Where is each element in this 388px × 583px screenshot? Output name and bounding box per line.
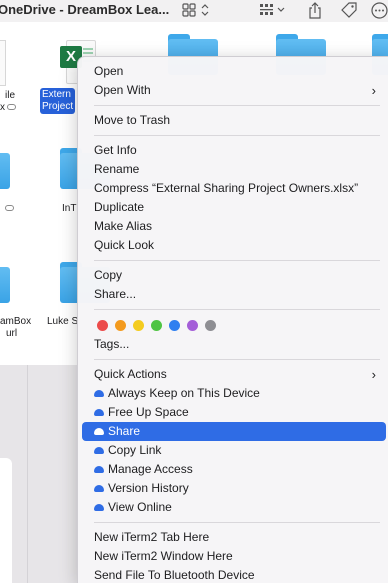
tag-color-row	[82, 315, 386, 335]
menu-item-share[interactable]: Share...	[82, 285, 386, 304]
menu-item-always-keep[interactable]: Always Keep on This Device	[82, 384, 386, 403]
onedrive-cloud-icon	[94, 466, 104, 473]
menu-item-make-alias[interactable]: Make Alias	[82, 217, 386, 236]
folder-icon[interactable]	[0, 262, 10, 303]
cloud-icon	[7, 104, 16, 111]
menu-item-rename[interactable]: Rename	[82, 160, 386, 179]
menu-separator	[94, 105, 380, 106]
lower-card	[0, 458, 12, 583]
menu-separator	[94, 309, 380, 310]
menu-item-new-iterm-tab[interactable]: New iTerm2 Tab Here	[82, 528, 386, 547]
file-label-partial-2: x	[0, 102, 16, 114]
menu-item-new-iterm-window[interactable]: New iTerm2 Window Here	[82, 547, 386, 566]
menu-item-send-bluetooth[interactable]: Send File To Bluetooth Device	[82, 566, 386, 583]
chevron-right-icon: ›	[371, 83, 376, 98]
menu-item-quick-actions[interactable]: Quick Actions ›	[82, 365, 386, 384]
menu-separator	[94, 135, 380, 136]
menu-item-copy-link[interactable]: Copy Link	[82, 441, 386, 460]
onedrive-cloud-icon	[94, 409, 104, 416]
tag-green[interactable]	[151, 319, 162, 331]
window-title: OneDrive - DreamBox Lea...	[0, 2, 170, 17]
menu-item-duplicate[interactable]: Duplicate	[82, 198, 386, 217]
file-label-url: url	[6, 328, 18, 339]
onedrive-cloud-icon	[94, 485, 104, 492]
menu-separator	[94, 522, 380, 523]
menu-separator	[94, 260, 380, 261]
file-icon-partial[interactable]	[0, 40, 6, 86]
tag-blue[interactable]	[169, 319, 180, 331]
group-by-icon[interactable]	[259, 1, 287, 19]
view-grid-icon[interactable]	[182, 1, 212, 19]
onedrive-cloud-icon	[94, 428, 104, 435]
pane-divider	[27, 365, 28, 583]
menu-item-quick-look[interactable]: Quick Look	[82, 236, 386, 255]
file-label-partial-1: ile	[5, 90, 16, 101]
more-actions-icon[interactable]	[371, 1, 388, 19]
menu-item-compress[interactable]: Compress “External Sharing Project Owner…	[82, 179, 386, 198]
tag-purple[interactable]	[187, 319, 198, 331]
share-icon[interactable]	[308, 1, 322, 19]
menu-item-onedrive-share[interactable]: Share	[82, 422, 386, 441]
tag-icon[interactable]	[340, 1, 358, 19]
menu-item-open-with[interactable]: Open With ›	[82, 81, 386, 100]
chevron-right-icon: ›	[371, 367, 376, 382]
menu-separator	[94, 359, 380, 360]
tag-red[interactable]	[97, 319, 108, 331]
menu-item-free-up-space[interactable]: Free Up Space	[82, 403, 386, 422]
onedrive-cloud-icon	[94, 504, 104, 511]
menu-item-copy[interactable]: Copy	[82, 266, 386, 285]
tag-gray[interactable]	[205, 319, 216, 331]
menu-item-move-to-trash[interactable]: Move to Trash	[82, 111, 386, 130]
menu-item-version-history[interactable]: Version History	[82, 479, 386, 498]
tag-orange[interactable]	[115, 319, 126, 331]
onedrive-cloud-icon	[94, 390, 104, 397]
menu-item-manage-access[interactable]: Manage Access	[82, 460, 386, 479]
menu-item-open[interactable]: Open	[82, 62, 386, 81]
file-label-dreambox: amBox	[0, 316, 32, 327]
context-menu: Open Open With › Move to Trash Get Info R…	[77, 56, 388, 583]
selected-file-label[interactable]: Extern Project	[40, 88, 76, 114]
folder-label-luke: Luke S	[47, 316, 79, 327]
menu-item-view-online[interactable]: View Online	[82, 498, 386, 517]
onedrive-cloud-icon	[94, 447, 104, 454]
menu-item-get-info[interactable]: Get Info	[82, 141, 386, 160]
folder-icon[interactable]	[0, 148, 10, 189]
cloud-status-icon	[3, 203, 14, 215]
menu-item-tags[interactable]: Tags...	[82, 335, 386, 354]
folder-label-int: InT	[62, 203, 77, 214]
tag-yellow[interactable]	[133, 319, 144, 331]
finder-toolbar: OneDrive - DreamBox Lea...	[0, 0, 388, 22]
